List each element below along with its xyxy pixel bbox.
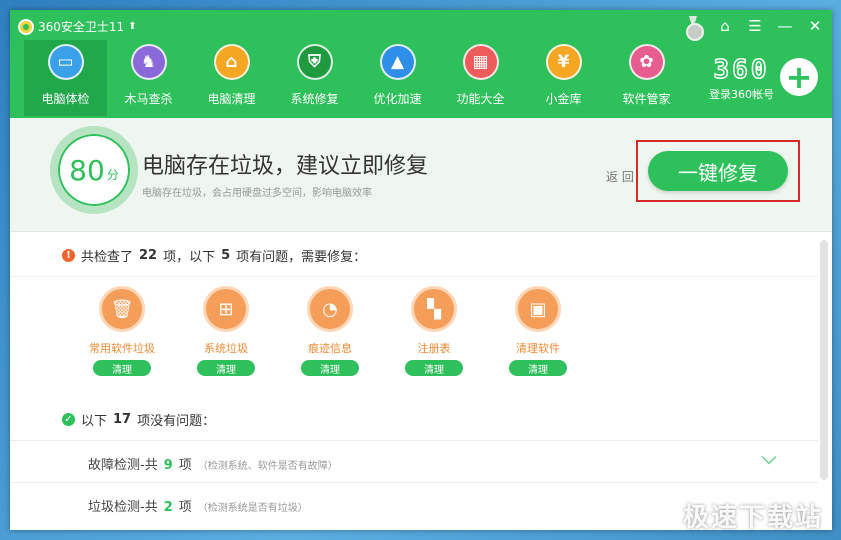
summary-problem-count: 5 bbox=[221, 248, 231, 263]
ok-suffix: 项没有问题： bbox=[137, 414, 216, 429]
app-logo-icon bbox=[18, 18, 34, 35]
shield-icon: ⛨ bbox=[296, 44, 333, 80]
clean-button[interactable]: 清理 bbox=[405, 360, 463, 376]
ok-count: 17 bbox=[113, 412, 132, 427]
tool-tab-0[interactable]: ▭ 电脑体检 bbox=[24, 40, 107, 116]
one-click-fix-button[interactable]: 一键修复 bbox=[648, 151, 788, 191]
medal-icon[interactable] bbox=[686, 16, 704, 41]
tool-tab-label: 小金库 bbox=[545, 92, 582, 106]
clock-icon: ◔ bbox=[307, 286, 353, 332]
box-icon: ▣ bbox=[515, 286, 561, 332]
back-button[interactable]: 返 回 bbox=[606, 168, 634, 185]
category-desc: （检测系统是否有垃圾） bbox=[197, 503, 308, 514]
tool-tab-4[interactable]: ▲ 优化加速 bbox=[356, 40, 439, 116]
tool-tab-label: 功能大全 bbox=[456, 92, 505, 106]
tool-tab-label: 优化加速 bbox=[373, 92, 422, 106]
window-title: 360安全卫士11 ⬆ bbox=[18, 18, 137, 35]
category-unit: 项 bbox=[178, 500, 192, 515]
window-controls: ⌂ ☰ — ✕ bbox=[686, 16, 824, 41]
top-toolbar: 360安全卫士11 ⬆ ⌂ ☰ — ✕ ▭ 电脑体检 ♞ 木马查杀 ⌂ 电脑清理 ⛨ 系统修复… bbox=[10, 10, 832, 118]
upgrade-arrow-icon[interactable]: ⬆ bbox=[128, 21, 136, 32]
issue-name: 系统垃圾 bbox=[204, 342, 248, 355]
clean-button[interactable]: 清理 bbox=[301, 360, 359, 376]
warning-icon: ! bbox=[62, 249, 75, 262]
issue-list: 🗑 常用软件垃圾 清理 ⊞ 系统垃圾 清理 ◔ 痕迹信息 清理 ▚ 注册表 清理 ▣ 清理软件 清理 bbox=[70, 286, 590, 376]
watermark: 极速下载站 bbox=[682, 503, 823, 533]
scrollbar[interactable] bbox=[820, 240, 828, 480]
tool-tab-label: 系统修复 bbox=[290, 92, 339, 106]
rocket-icon: ▲ bbox=[379, 44, 416, 80]
score-value: 80 bbox=[69, 153, 105, 187]
tool-tab-7[interactable]: ✿ 软件管家 bbox=[605, 40, 688, 116]
apps-icon: ✿ bbox=[628, 44, 665, 80]
brand-360[interactable]: 360 登录360帐号 bbox=[709, 55, 774, 102]
summary-mid: 项，以下 bbox=[163, 250, 216, 265]
issue-name: 清理软件 bbox=[516, 342, 560, 355]
grid-icon: ▦ bbox=[462, 44, 499, 80]
tool-tabs: ▭ 电脑体检 ♞ 木马查杀 ⌂ 电脑清理 ⛨ 系统修复 ▲ 优化加速 ▦ 功能大全 ¥ 小金库 ✿ 软件管家 bbox=[24, 40, 688, 116]
chevron-down-icon[interactable] bbox=[761, 449, 777, 465]
problem-summary: ! 共检查了 22 项，以下 5 项有问题，需要修复： bbox=[62, 246, 366, 265]
registry-icon: ▚ bbox=[411, 286, 457, 332]
tool-tab-6[interactable]: ¥ 小金库 bbox=[522, 40, 605, 116]
close-icon[interactable]: ✕ bbox=[806, 17, 824, 35]
score-ring: 80 分 bbox=[50, 126, 138, 214]
tool-tab-label: 电脑体检 bbox=[41, 92, 90, 106]
issue-item: ⊞ 系统垃圾清理 bbox=[174, 286, 278, 376]
category-title: 故障检测-共 9 项 （检测系统、软件是否有故障） bbox=[88, 454, 338, 473]
category-label: 垃圾检测-共 bbox=[88, 500, 158, 515]
score-unit: 分 bbox=[106, 167, 119, 182]
issue-item: 🗑 常用软件垃圾 清理 bbox=[70, 286, 174, 376]
clean-button[interactable]: 清理 bbox=[93, 360, 151, 376]
summary-checked-count: 22 bbox=[139, 248, 158, 263]
login-link[interactable]: 登录360帐号 bbox=[709, 86, 774, 102]
status-headline: 电脑存在垃圾，建议立即修复 bbox=[142, 154, 429, 179]
horse-icon: ♞ bbox=[130, 44, 167, 80]
minimize-icon[interactable]: — bbox=[776, 17, 794, 35]
issue-name: 痕迹信息 bbox=[308, 342, 352, 355]
tool-tab-label: 软件管家 bbox=[622, 92, 671, 106]
issue-item: ▣ 清理软件清理 bbox=[486, 286, 590, 376]
issue-item: ◔ 痕迹信息清理 bbox=[278, 286, 382, 376]
app-title: 360安全卫士11 bbox=[38, 20, 125, 34]
category-unit: 项 bbox=[178, 458, 192, 473]
category-count: 9 bbox=[163, 458, 173, 473]
tool-tab-2[interactable]: ⌂ 电脑清理 bbox=[190, 40, 273, 116]
category-row[interactable]: 故障检测-共 9 项 （检测系统、软件是否有故障） bbox=[10, 442, 818, 482]
menu-icon[interactable]: ☰ bbox=[746, 17, 764, 35]
summary-suffix: 项有问题，需要修复： bbox=[236, 250, 367, 265]
tool-tab-label: 木马查杀 bbox=[124, 92, 173, 106]
windows-icon: ⊞ bbox=[203, 286, 249, 332]
brand-number: 360 bbox=[713, 55, 770, 85]
trash-icon: 🗑 bbox=[99, 286, 145, 332]
monitor-icon: ▭ bbox=[47, 44, 84, 80]
tool-tab-1[interactable]: ♞ 木马查杀 bbox=[107, 40, 190, 116]
category-count: 2 bbox=[163, 500, 173, 515]
tool-tab-3[interactable]: ⛨ 系统修复 bbox=[273, 40, 356, 116]
skin-icon[interactable]: ⌂ bbox=[716, 17, 734, 35]
issue-name: 常用软件垃圾 bbox=[89, 342, 155, 355]
divider bbox=[10, 482, 818, 483]
tool-tab-5[interactable]: ▦ 功能大全 bbox=[439, 40, 522, 116]
ok-prefix: 以下 bbox=[81, 414, 108, 429]
category-title: 垃圾检测-共 2 项 （检测系统是否有垃圾） bbox=[88, 496, 308, 515]
issue-name: 注册表 bbox=[417, 342, 451, 355]
status-subtext: 电脑存在垃圾，会占用硬盘过多空间，影响电脑效率 bbox=[142, 188, 372, 199]
divider bbox=[10, 440, 818, 441]
divider bbox=[10, 276, 818, 277]
check-icon: ✓ bbox=[62, 413, 75, 426]
summary-prefix: 共检查了 bbox=[81, 250, 134, 265]
category-label: 故障检测-共 bbox=[88, 458, 158, 473]
scan-status-panel: 80 分 电脑存在垃圾，建议立即修复 电脑存在垃圾，会占用硬盘过多空间，影响电脑… bbox=[10, 118, 832, 232]
ok-summary: ✓ 以下 17 项没有问题： bbox=[62, 410, 215, 429]
main-window: 360安全卫士11 ⬆ ⌂ ☰ — ✕ ▭ 电脑体检 ♞ 木马查杀 ⌂ 电脑清理 ⛨ 系统修复… bbox=[10, 10, 832, 530]
clean-button[interactable]: 清理 bbox=[197, 360, 255, 376]
category-desc: （检测系统、软件是否有故障） bbox=[197, 461, 338, 472]
broom-icon: ⌂ bbox=[213, 44, 250, 80]
money-bag-icon: ¥ bbox=[545, 44, 582, 80]
issue-item: ▚ 注册表清理 bbox=[382, 286, 486, 376]
clean-button[interactable]: 清理 bbox=[509, 360, 567, 376]
add-plus-icon[interactable]: + bbox=[780, 58, 818, 96]
tool-tab-label: 电脑清理 bbox=[207, 92, 256, 106]
